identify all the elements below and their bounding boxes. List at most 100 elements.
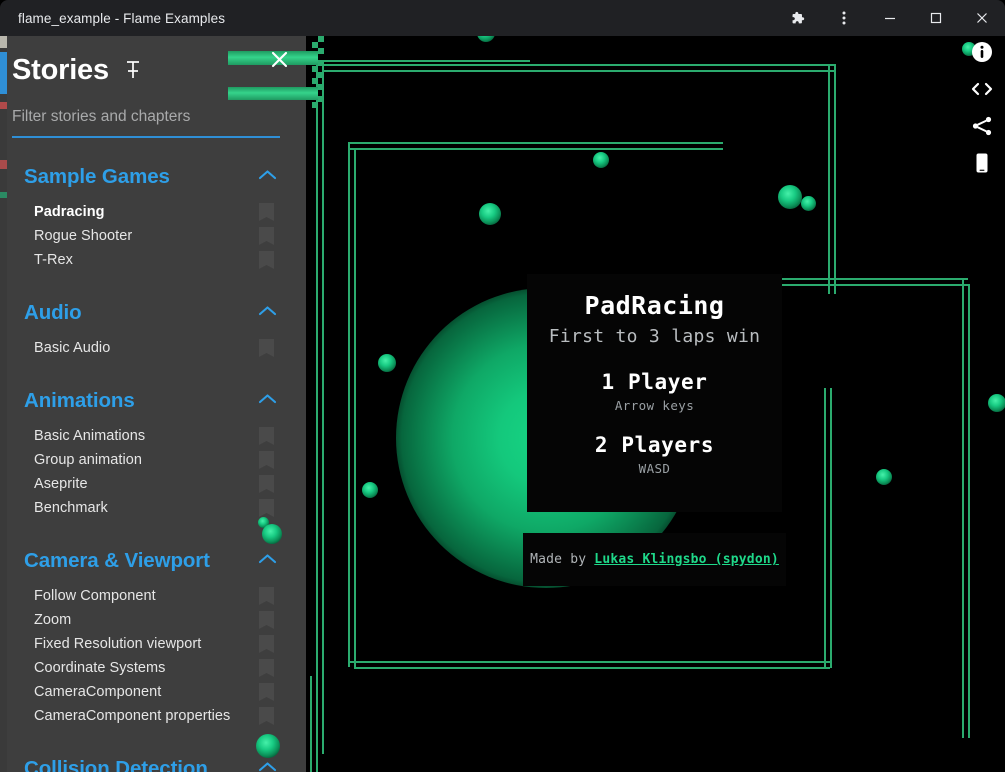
sidebar-content: Stories Sample Games Padracing Rogue Shoot…: [0, 36, 306, 772]
more-menu-icon[interactable]: [821, 0, 867, 36]
story-label: Group animation: [34, 452, 142, 468]
track-wall: [316, 64, 318, 754]
game-subtitle: First to 3 laps win: [548, 325, 761, 347]
track-wall: [348, 661, 830, 663]
bookmark-icon[interactable]: [259, 683, 274, 701]
ball: [801, 196, 816, 211]
bookmark-icon[interactable]: [259, 635, 274, 653]
bookmark-icon[interactable]: [259, 251, 274, 269]
story-label: Basic Animations: [34, 428, 146, 444]
device-icon[interactable]: [968, 149, 996, 177]
ball: [378, 354, 396, 372]
bookmark-icon[interactable]: [259, 707, 274, 725]
track-wall: [824, 388, 826, 668]
two-players-hint: WASD: [638, 460, 671, 476]
two-players-button[interactable]: 2 Players: [527, 433, 782, 457]
track-wall: [354, 667, 830, 669]
bookmark-icon[interactable]: [259, 611, 274, 629]
story-item-follow-component[interactable]: Follow Component: [0, 584, 306, 608]
bookmark-icon[interactable]: [259, 499, 274, 517]
story-item-rogue-shooter[interactable]: Rogue Shooter: [0, 224, 306, 248]
story-item-t-rex[interactable]: T-Rex: [0, 248, 306, 272]
section-title: Audio: [24, 301, 82, 324]
chevron-up-icon[interactable]: [258, 168, 277, 186]
bookmark-icon[interactable]: [259, 451, 274, 469]
story-item-benchmark[interactable]: Benchmark: [0, 496, 306, 520]
story-label: Benchmark: [34, 500, 108, 516]
close-icon[interactable]: [269, 49, 290, 75]
one-player-button[interactable]: 1 Player: [527, 370, 782, 394]
code-icon[interactable]: [968, 75, 996, 103]
bookmark-icon[interactable]: [259, 203, 274, 221]
section-header-collision-detection[interactable]: Collision Detection: [0, 746, 306, 772]
ball: [593, 152, 609, 168]
story-item-cameracomponent[interactable]: CameraComponent: [0, 680, 306, 704]
story-item-cameracomponent-properties[interactable]: CameraComponent properties: [0, 704, 306, 728]
story-label: Basic Audio: [34, 340, 111, 356]
story-label: CameraComponent: [34, 684, 162, 700]
track-wall: [778, 284, 968, 286]
ball: [362, 482, 378, 498]
section-header-camera-viewport[interactable]: Camera & Viewport: [0, 538, 306, 584]
track-wall: [348, 148, 723, 150]
chevron-up-icon[interactable]: [258, 552, 277, 570]
track-wall: [322, 70, 834, 72]
track-wall: [834, 64, 836, 294]
story-label: Fixed Resolution viewport: [34, 636, 202, 652]
section-title: Camera & Viewport: [24, 549, 210, 572]
story-label: Padracing: [34, 204, 105, 220]
bookmark-icon[interactable]: [259, 427, 274, 445]
app-window: PadRacing First to 3 laps win 1 Player A…: [0, 0, 1005, 772]
chevron-up-icon[interactable]: [258, 304, 277, 322]
bookmark-icon[interactable]: [259, 339, 274, 357]
story-item-padracing[interactable]: Padracing: [0, 200, 306, 224]
one-player-hint: Arrow keys: [614, 397, 695, 413]
bookmark-icon[interactable]: [259, 227, 274, 245]
track-wall: [310, 676, 312, 772]
info-icon[interactable]: [968, 38, 996, 66]
track-wall: [830, 388, 832, 668]
author-link[interactable]: Lukas Klingsbo (spydon): [594, 552, 779, 567]
track-wall: [322, 64, 324, 754]
maximize-button[interactable]: [913, 0, 959, 36]
chevron-up-icon[interactable]: [258, 392, 277, 410]
track-wall: [778, 278, 968, 280]
section-header-animations[interactable]: Animations: [0, 378, 306, 424]
story-item-group-animation[interactable]: Group animation: [0, 448, 306, 472]
story-item-aseprite[interactable]: Aseprite: [0, 472, 306, 496]
story-label: T-Rex: [34, 252, 73, 268]
story-label: Follow Component: [34, 588, 156, 604]
bookmark-icon[interactable]: [259, 587, 274, 605]
extensions-icon[interactable]: [775, 0, 821, 36]
track-wall: [828, 64, 830, 294]
page-title: Stories: [12, 53, 109, 86]
story-label: Coordinate Systems: [34, 660, 166, 676]
story-item-zoom[interactable]: Zoom: [0, 608, 306, 632]
bookmark-icon[interactable]: [259, 475, 274, 493]
bookmark-icon[interactable]: [259, 659, 274, 677]
story-label: Aseprite: [34, 476, 88, 492]
story-item-fixed-resolution-viewport[interactable]: Fixed Resolution viewport: [0, 632, 306, 656]
ball: [479, 203, 501, 225]
chevron-up-icon[interactable]: [258, 760, 277, 772]
story-label: Rogue Shooter: [34, 228, 133, 244]
story-item-basic-audio[interactable]: Basic Audio: [0, 336, 306, 360]
minimize-button[interactable]: [867, 0, 913, 36]
ball: [988, 394, 1005, 412]
ball: [477, 36, 495, 42]
close-button[interactable]: [959, 0, 1005, 36]
section-header-audio[interactable]: Audio: [0, 290, 306, 336]
section-title: Collision Detection: [24, 757, 208, 772]
section-header-sample-games[interactable]: Sample Games: [0, 154, 306, 200]
story-item-coordinate-systems[interactable]: Coordinate Systems: [0, 656, 306, 680]
game-title: PadRacing: [584, 291, 725, 320]
pin-icon[interactable]: [123, 59, 143, 81]
credits-prefix: Made by: [530, 552, 595, 567]
search-input[interactable]: [12, 108, 280, 138]
share-icon[interactable]: [968, 112, 996, 140]
story-item-basic-animations[interactable]: Basic Animations: [0, 424, 306, 448]
stories-list: Sample Games Padracing Rogue Shooter T-Rex A…: [0, 154, 306, 772]
track-wall: [968, 284, 970, 738]
